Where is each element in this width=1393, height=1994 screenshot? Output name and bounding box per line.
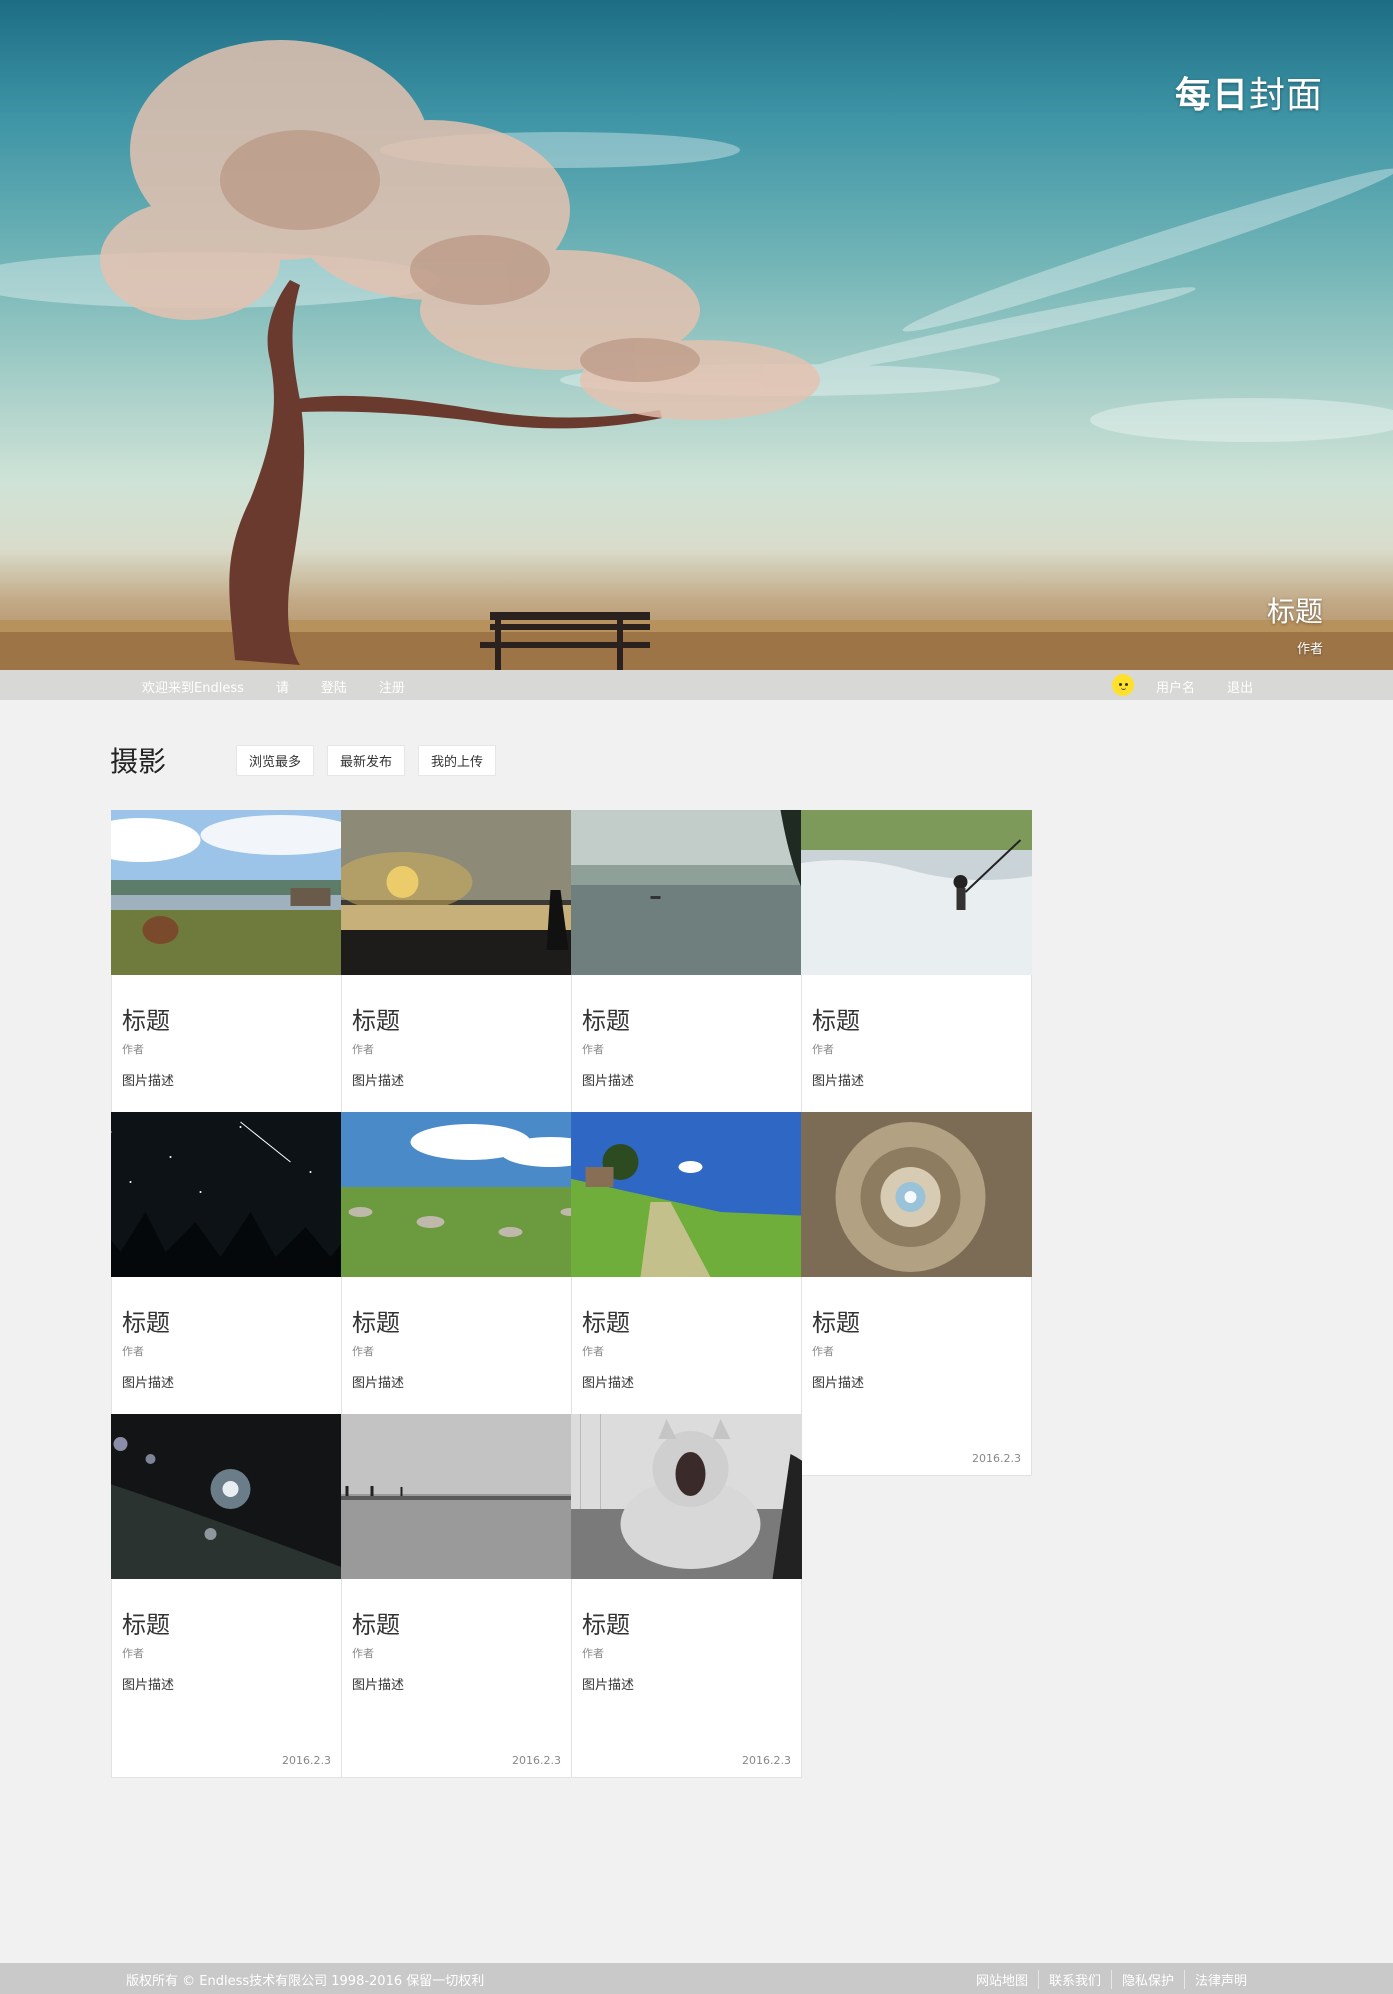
card-author: 作者 bbox=[582, 1345, 604, 1358]
card-title: 标题 bbox=[582, 1007, 630, 1035]
photo-thumbnail[interactable] bbox=[571, 1112, 802, 1277]
card-author: 作者 bbox=[122, 1647, 144, 1660]
photo-thumbnail[interactable] bbox=[111, 810, 342, 975]
card-author: 作者 bbox=[582, 1647, 604, 1660]
card-description: 图片描述 bbox=[582, 1678, 635, 1693]
copyright-text: 版权所有 © Endless技术有限公司 1998-2016 保留一切权利 bbox=[126, 1974, 485, 1989]
filter-most-viewed-button[interactable]: 浏览最多 bbox=[236, 744, 315, 776]
please-text: 请 bbox=[275, 681, 289, 696]
card-title: 标题 bbox=[122, 1611, 170, 1639]
card-date: 2016.2.3 bbox=[742, 1754, 791, 1767]
card-title: 标题 bbox=[582, 1309, 630, 1337]
card-title: 标题 bbox=[582, 1611, 630, 1639]
avatar[interactable] bbox=[1111, 674, 1134, 696]
photo-thumbnail[interactable] bbox=[571, 810, 802, 975]
card-date: 2016.2.3 bbox=[512, 1754, 561, 1767]
footer: 版权所有 © Endless技术有限公司 1998-2016 保留一切权利 网站… bbox=[0, 1963, 1393, 1994]
photo-card[interactable]: 标题作者图片描述 2016.2.3 bbox=[571, 1414, 802, 1778]
card-author: 作者 bbox=[812, 1043, 834, 1056]
footer-link-privacy[interactable]: 隐私保护 bbox=[1110, 1970, 1184, 1989]
card-title: 标题 bbox=[122, 1007, 170, 1035]
card-title: 标题 bbox=[812, 1007, 860, 1035]
photo-card[interactable]: 标题作者图片描述 2016.2.3 bbox=[341, 1414, 572, 1778]
card-author: 作者 bbox=[352, 1345, 374, 1358]
card-description: 图片描述 bbox=[352, 1074, 405, 1089]
footer-link-legal[interactable]: 法律声明 bbox=[1183, 1970, 1257, 1989]
card-title: 标题 bbox=[122, 1309, 170, 1337]
card-title: 标题 bbox=[352, 1611, 400, 1639]
section-header: 摄影 浏览最多 最新发布 我的上传 bbox=[110, 740, 509, 780]
card-title: 标题 bbox=[352, 1007, 400, 1035]
card-date: 2016.2.3 bbox=[972, 1452, 1021, 1465]
card-description: 图片描述 bbox=[122, 1074, 175, 1089]
card-description: 图片描述 bbox=[122, 1678, 175, 1693]
hero-photo-title: 标题 bbox=[1266, 595, 1323, 628]
card-description: 图片描述 bbox=[582, 1074, 635, 1089]
card-author: 作者 bbox=[122, 1345, 144, 1358]
card-description: 图片描述 bbox=[582, 1376, 635, 1391]
card-author: 作者 bbox=[352, 1647, 374, 1660]
card-author: 作者 bbox=[122, 1043, 144, 1056]
card-title: 标题 bbox=[812, 1309, 860, 1337]
card-description: 图片描述 bbox=[812, 1376, 865, 1391]
footer-link-contact[interactable]: 联系我们 bbox=[1037, 1970, 1111, 1989]
photo-thumbnail[interactable] bbox=[341, 1112, 572, 1277]
filter-latest-button[interactable]: 最新发布 bbox=[327, 744, 406, 776]
card-description: 图片描述 bbox=[122, 1376, 175, 1391]
footer-link-sitemap[interactable]: 网站地图 bbox=[966, 1970, 1038, 1989]
card-title: 标题 bbox=[352, 1309, 400, 1337]
photo-thumbnail[interactable] bbox=[111, 1414, 342, 1579]
photo-card[interactable]: 标题作者图片描述 2016.2.3 bbox=[801, 1112, 1032, 1476]
welcome-text: 欢迎来到Endless bbox=[142, 681, 244, 696]
card-description: 图片描述 bbox=[812, 1074, 865, 1089]
card-author: 作者 bbox=[812, 1345, 834, 1358]
photo-thumbnail[interactable] bbox=[801, 810, 1032, 975]
photo-card[interactable]: 标题作者图片描述 2016.2.3 bbox=[111, 1414, 342, 1778]
card-description: 图片描述 bbox=[352, 1376, 405, 1391]
login-link[interactable]: 登陆 bbox=[321, 681, 347, 696]
photo-thumbnail[interactable] bbox=[111, 1112, 342, 1277]
photo-thumbnail[interactable] bbox=[341, 810, 572, 975]
register-link[interactable]: 注册 bbox=[379, 681, 405, 696]
photo-thumbnail[interactable] bbox=[571, 1414, 802, 1579]
card-author: 作者 bbox=[582, 1043, 604, 1056]
card-description: 图片描述 bbox=[352, 1678, 405, 1693]
user-bar: 欢迎来到Endless 请 登陆 注册 用户名 退出 bbox=[0, 670, 1393, 700]
filter-my-uploads-button[interactable]: 我的上传 bbox=[418, 744, 497, 776]
card-date: 2016.2.3 bbox=[282, 1754, 331, 1767]
hero-photo-author: 作者 bbox=[1296, 642, 1323, 657]
hero-brand-title: 每日封面 bbox=[1174, 75, 1323, 116]
username-link[interactable]: 用户名 bbox=[1156, 681, 1195, 696]
photo-thumbnail[interactable] bbox=[801, 1112, 1032, 1277]
card-author: 作者 bbox=[352, 1043, 374, 1056]
hero-cover: 每日封面 标题 作者 bbox=[0, 0, 1393, 670]
photo-thumbnail[interactable] bbox=[341, 1414, 572, 1579]
section-title: 摄影 bbox=[110, 745, 167, 778]
logout-link[interactable]: 退出 bbox=[1227, 681, 1253, 696]
